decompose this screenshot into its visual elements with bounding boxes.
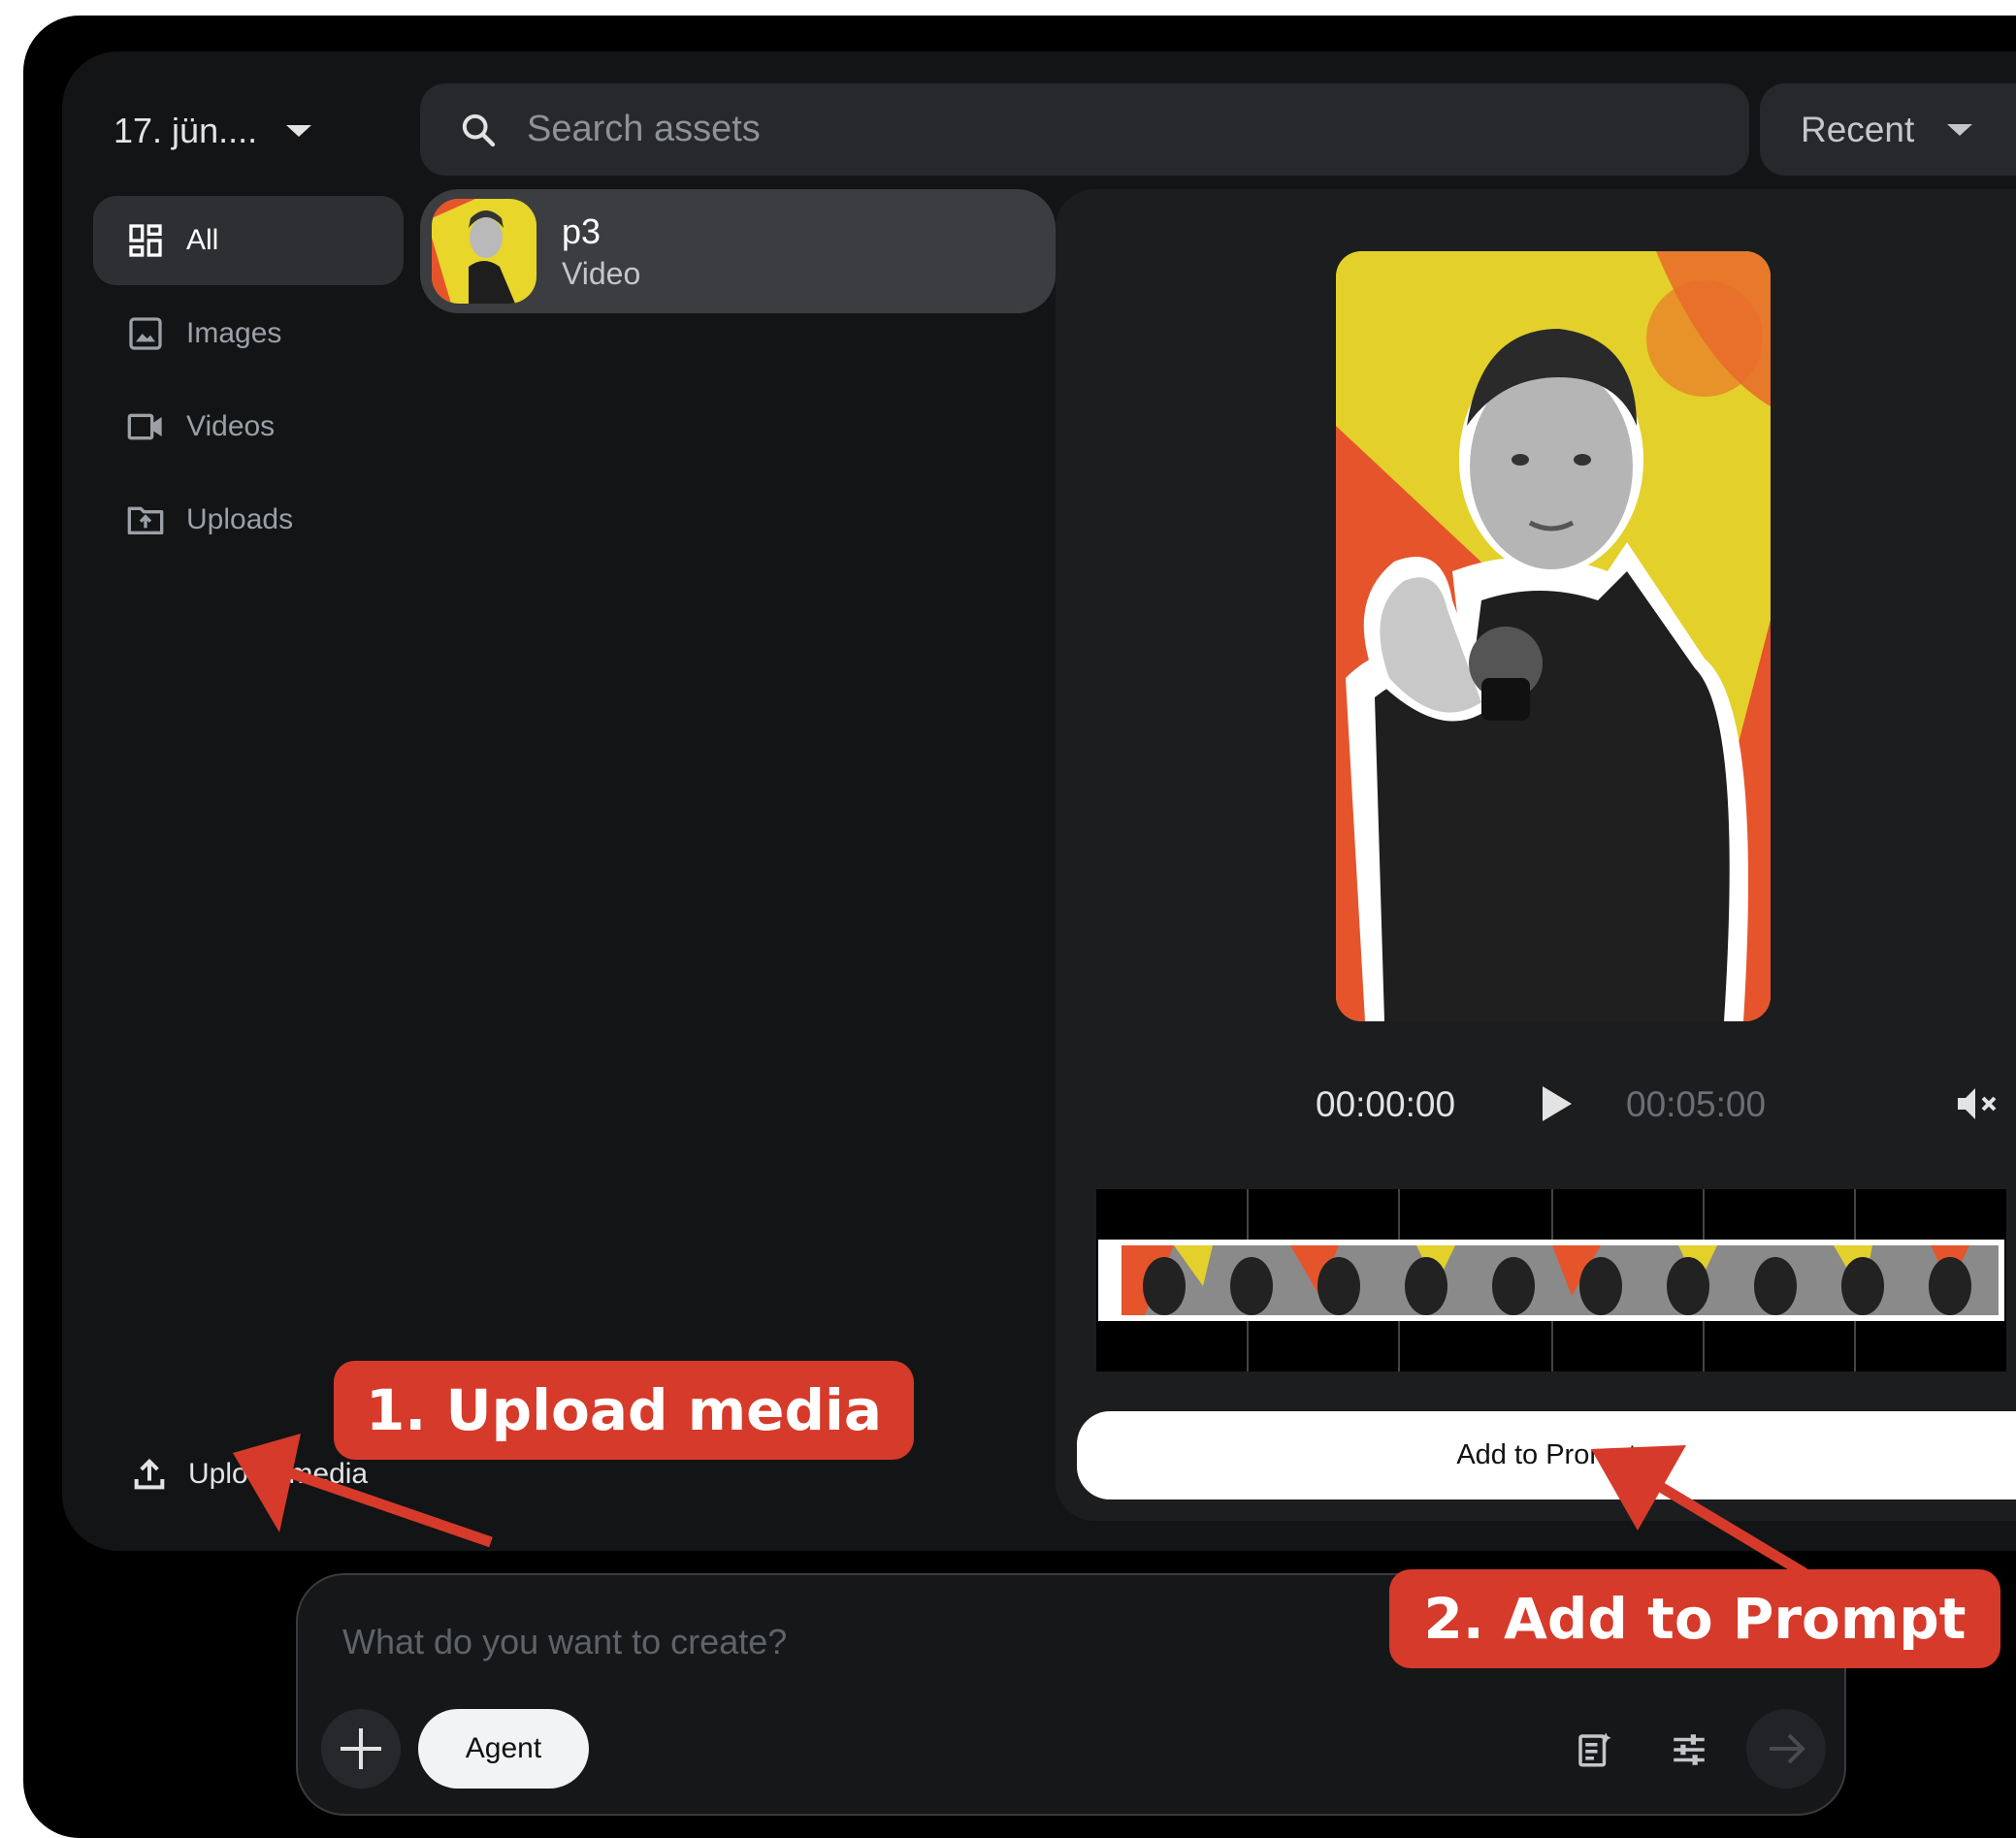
sidebar-item-label: Videos <box>186 410 276 442</box>
search-bar[interactable]: Search assets <box>420 83 1749 176</box>
sort-label: Recent <box>1801 109 1915 149</box>
asset-item[interactable]: p3 Video <box>420 189 1056 313</box>
sidebar-item-all[interactable]: All <box>93 196 404 285</box>
upload-folder-icon <box>127 506 164 534</box>
duration: 00:05:00 <box>1626 1084 1767 1124</box>
add-to-prompt-button[interactable]: Add to Prompt <box>1077 1411 2016 1499</box>
video-camera-icon <box>127 413 162 440</box>
step1-callout: 1. Upload media <box>334 1361 914 1460</box>
add-button[interactable] <box>321 1709 401 1789</box>
asset-thumbnail <box>432 199 537 304</box>
upload-icon <box>134 1458 165 1490</box>
step2-callout: 2. Add to Prompt <box>1389 1569 2000 1668</box>
search-input[interactable]: Search assets <box>527 109 761 150</box>
video-preview[interactable] <box>1336 251 1771 1021</box>
upload-media-label: Upload media <box>188 1458 369 1490</box>
plus-icon <box>341 1728 381 1769</box>
search-icon <box>462 113 496 146</box>
sidebar-item-images[interactable]: Images <box>93 289 404 378</box>
play-icon[interactable] <box>1541 1084 1574 1123</box>
current-time: 00:00:00 <box>1316 1084 1456 1124</box>
document-sparkle-icon[interactable] <box>1574 1729 1614 1770</box>
sidebar-item-label: Images <box>186 317 282 349</box>
sidebar-item-label: All <box>186 224 219 256</box>
mute-icon[interactable] <box>1954 1084 2002 1123</box>
timeline-strip[interactable] <box>1096 1189 2006 1371</box>
chevron-down-icon <box>286 125 312 137</box>
sort-dropdown[interactable]: Recent <box>1760 83 2016 176</box>
grid-icon <box>129 224 162 257</box>
date-dropdown[interactable]: 17. jün.... <box>114 97 312 165</box>
prompt-input[interactable]: What do you want to create? <box>342 1622 787 1662</box>
date-label: 17. jün.... <box>114 111 258 150</box>
agent-chip[interactable]: Agent <box>418 1709 589 1789</box>
chevron-down-icon <box>1947 123 1973 136</box>
sidebar-item-label: Uploads <box>186 503 294 535</box>
settings-sliders-icon[interactable] <box>1669 1729 1709 1770</box>
send-button[interactable] <box>1746 1709 1826 1789</box>
asset-type: Video <box>562 255 641 291</box>
asset-name: p3 <box>562 210 602 251</box>
sidebar-item-uploads[interactable]: Uploads <box>93 475 404 564</box>
upload-media-button[interactable]: Upload media <box>130 1455 368 1494</box>
sidebar-item-videos[interactable]: Videos <box>93 382 404 471</box>
arrow-right-icon <box>1770 1733 1805 1764</box>
image-icon <box>129 317 162 350</box>
